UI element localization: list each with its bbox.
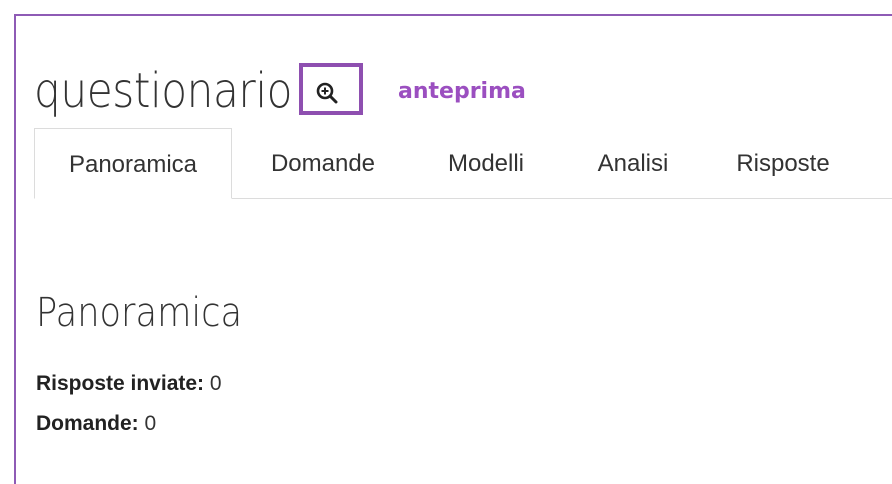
stat-label: Risposte inviate: [36, 372, 205, 395]
section-title: Panoramica [36, 290, 243, 336]
stat-value: 0 [209, 372, 222, 395]
zoom-in-icon[interactable] [316, 82, 338, 104]
tab-domande[interactable]: Domande [248, 128, 398, 198]
tab-modelli[interactable]: Modelli [426, 128, 546, 198]
stat-label: Domande: [36, 412, 139, 435]
stat-questions: Domande: 0 [36, 412, 156, 436]
tab-analisi[interactable]: Analisi [578, 128, 688, 198]
stat-submitted-responses: Risposte inviate: 0 [36, 372, 222, 396]
tab-risposte[interactable]: Risposte [718, 128, 848, 198]
tab-panoramica[interactable]: Panoramica [34, 128, 232, 199]
tab-bar: Panoramica Domande Modelli Analisi Rispo… [34, 128, 892, 199]
preview-label: anteprima [398, 79, 526, 104]
stat-value: 0 [144, 412, 157, 435]
page-title: questionario [34, 63, 293, 119]
